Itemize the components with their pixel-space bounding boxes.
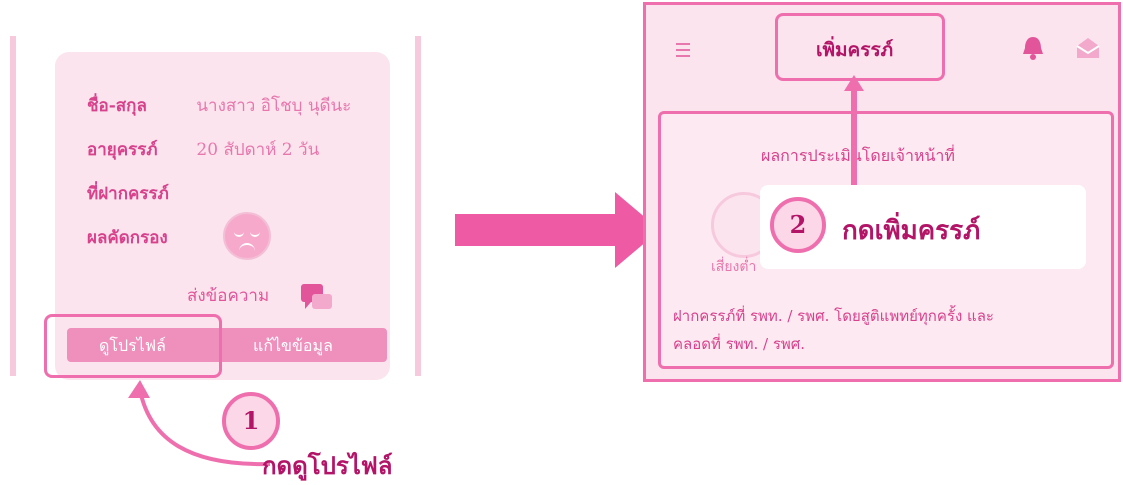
send-message-link[interactable]: ส่งข้อความ: [187, 282, 269, 309]
name-label: ชื่อ-สกุล: [87, 96, 147, 116]
right-divider: [415, 36, 421, 376]
menu-icon[interactable]: [676, 43, 690, 57]
gestational-age-row: อายุครรภ์ 20 สัปดาห์ 2 วัน: [87, 136, 319, 163]
sad-face-icon: [223, 212, 271, 260]
gestational-age-label: อายุครรภ์: [87, 140, 158, 160]
chat-icon[interactable]: [300, 282, 334, 316]
transition-arrow: [455, 192, 660, 268]
edit-info-tab[interactable]: แก้ไขข้อมูล: [253, 334, 333, 359]
step1-number: 1: [222, 392, 280, 450]
name-row: ชื่อ-สกุล นางสาว อิโชบุ นุดีนะ: [87, 92, 351, 119]
screening-result-label: ผลคัดกรอง: [87, 228, 168, 248]
bell-icon[interactable]: [1021, 35, 1045, 61]
view-profile-highlight: [44, 314, 222, 378]
step2-label: กดเพิ่มครรภ์: [842, 216, 981, 246]
advice-line-1: ฝากครรภ์ที่ รพท. / รพศ. โดยสูติแพทย์ทุกค…: [673, 307, 994, 325]
step2-number: 2: [770, 197, 826, 253]
step2-arrow: [844, 75, 864, 193]
antenatal-place-label: ที่ฝากครรภ์: [87, 184, 169, 204]
advice-line-2: คลอดที่ รพท. / รพศ.: [673, 335, 806, 353]
name-value: นางสาว อิโชบุ นุดีนะ: [196, 96, 352, 116]
screening-result-row: ผลคัดกรอง: [87, 224, 191, 251]
left-divider: [10, 36, 16, 376]
mail-icon[interactable]: [1076, 37, 1100, 59]
gestational-age-value: 20 สัปดาห์ 2 วัน: [196, 140, 320, 160]
step1-label: กดดูโปรไฟล์: [262, 451, 393, 480]
antenatal-place-row: ที่ฝากครรภ์: [87, 180, 191, 207]
add-pregnancy-highlight: [775, 13, 945, 81]
risk-label: เสี่ยงต่ำ: [711, 259, 757, 275]
assessment-advice: ฝากครรภ์ที่ รพท. / รพศ. โดยสูติแพทย์ทุกค…: [673, 302, 1113, 358]
